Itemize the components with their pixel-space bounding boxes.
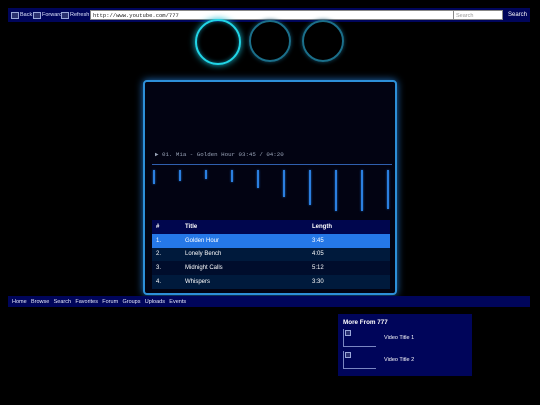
nav-groups[interactable]: Groups — [122, 299, 140, 305]
track-table-header: # Title Length — [152, 220, 390, 234]
audio-visualizer — [145, 166, 395, 216]
track-table: # Title Length 1. Golden Hour 3:45 2. Lo… — [152, 220, 390, 289]
track-num: 3. — [156, 265, 162, 272]
track-num: 1. — [156, 237, 162, 244]
ring-control-2[interactable] — [249, 20, 291, 62]
nav-home[interactable]: Home — [12, 299, 27, 305]
visualizer-bar — [309, 170, 311, 205]
track-title: Whispers — [185, 279, 211, 286]
player-divider — [152, 164, 392, 165]
track-title: Golden Hour — [185, 237, 220, 244]
track-title: Lonely Bench — [185, 251, 222, 258]
visualizer-bar — [283, 170, 285, 197]
visualizer-bar — [153, 170, 155, 184]
music-player: ▶ 01. Mia - Golden Hour 03:45 / 04:20 # … — [143, 80, 397, 295]
track-title: Midnight Calls — [185, 265, 223, 272]
col-length-header: Length — [312, 223, 332, 230]
nav-browse[interactable]: Browse — [31, 299, 49, 305]
more-from-title: More From 777 — [343, 319, 388, 326]
url-field[interactable]: http://www.youtube.com/777 — [90, 10, 458, 20]
nav-uploads[interactable]: Uploads — [145, 299, 165, 305]
more-from-panel: More From 777 Video Title 1 Video Title … — [338, 314, 472, 376]
video-thumbnail[interactable] — [343, 351, 376, 369]
visualizer-bar — [231, 170, 233, 182]
track-length: 3:30 — [312, 279, 324, 286]
col-title-header: Title — [185, 223, 198, 230]
visualizer-bar — [179, 170, 181, 181]
track-num: 2. — [156, 251, 162, 258]
forward-label: Forward — [42, 12, 63, 18]
back-icon — [11, 11, 19, 19]
now-playing-text: ▶ 01. Mia - Golden Hour 03:45 / 04:20 — [155, 151, 284, 158]
back-button[interactable]: Back — [11, 11, 32, 19]
track-length: 3:45 — [312, 237, 324, 244]
visualizer-bar — [387, 170, 389, 209]
video-title[interactable]: Video Title 1 — [384, 335, 414, 341]
broken-image-icon — [345, 352, 351, 358]
col-num-header: # — [156, 223, 160, 230]
ring-control-1[interactable] — [195, 19, 241, 65]
track-num: 4. — [156, 279, 162, 286]
video-title[interactable]: Video Title 2 — [384, 357, 414, 363]
site-nav: Home Browse Search Favorites Forum Group… — [8, 296, 530, 307]
nav-search[interactable]: Search — [54, 299, 71, 305]
track-row[interactable]: 4. Whispers 3:30 — [152, 275, 390, 289]
track-row[interactable]: 3. Midnight Calls 5:12 — [152, 261, 390, 276]
forward-button[interactable]: Forward — [33, 11, 62, 19]
refresh-icon — [61, 11, 69, 19]
nav-events[interactable]: Events — [169, 299, 186, 305]
search-input[interactable]: Search — [453, 10, 503, 20]
broken-image-icon — [345, 330, 351, 336]
nav-favorites[interactable]: Favorites — [75, 299, 98, 305]
track-row[interactable]: 1. Golden Hour 3:45 — [152, 233, 390, 248]
ring-control-3[interactable] — [302, 20, 344, 62]
video-item[interactable]: Video Title 2 — [343, 351, 468, 369]
video-item[interactable]: Video Title 1 — [343, 329, 468, 347]
search-button[interactable]: Search — [505, 9, 530, 21]
visualizer-bar — [257, 170, 259, 188]
video-thumbnail[interactable] — [343, 329, 376, 347]
track-length: 5:12 — [312, 265, 324, 272]
track-row[interactable]: 2. Lonely Bench 4:05 — [152, 247, 390, 262]
refresh-button[interactable]: Refresh — [61, 11, 89, 19]
refresh-label: Refresh — [70, 12, 90, 18]
forward-icon — [33, 11, 41, 19]
visualizer-bar — [335, 170, 337, 211]
visualizer-bar — [361, 170, 363, 211]
back-label: Back — [20, 12, 33, 18]
nav-forum[interactable]: Forum — [102, 299, 118, 305]
track-length: 4:05 — [312, 251, 324, 258]
visualizer-bar — [205, 170, 207, 179]
